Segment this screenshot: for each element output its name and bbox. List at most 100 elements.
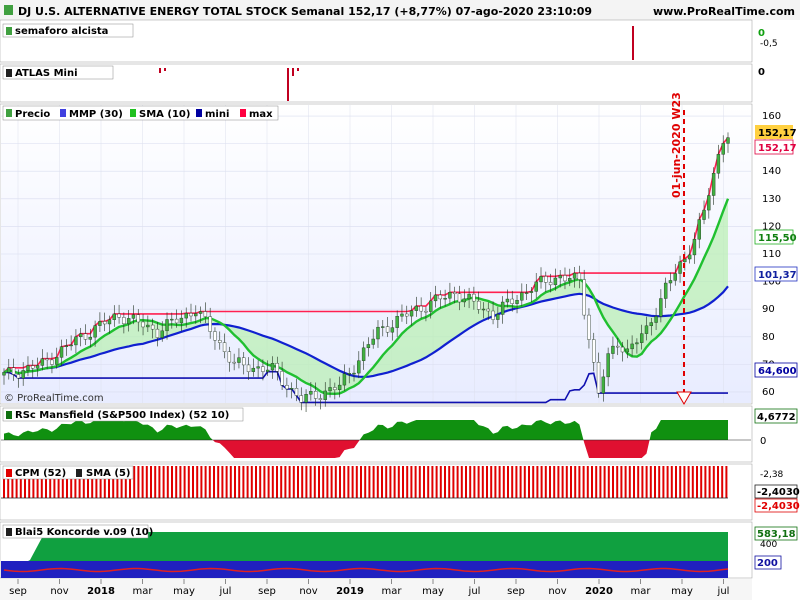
candle: [361, 347, 366, 361]
x-tick-label: 2020: [585, 586, 613, 597]
atlas-legend: ATLAS Mini: [2, 65, 114, 80]
koncorde-badge-2: 200: [757, 558, 778, 569]
candle: [83, 333, 88, 340]
candle: [198, 311, 203, 314]
legend-item: Precio: [15, 109, 50, 120]
svg-text:400: 400: [760, 540, 777, 550]
candle: [649, 322, 653, 327]
candle: [515, 300, 519, 304]
cpm-legend: CPM (52) SMA (5): [2, 465, 134, 480]
candle: [304, 394, 308, 403]
atlas-label: ATLAS Mini: [15, 68, 78, 79]
candle: [639, 333, 644, 343]
candle: [347, 373, 351, 375]
candle: [500, 301, 505, 315]
x-tick-label: sep: [507, 586, 525, 597]
candle: [102, 321, 107, 325]
candle: [539, 276, 543, 283]
candle: [64, 345, 69, 347]
candle: [716, 154, 721, 174]
candle: [630, 343, 634, 350]
candle: [606, 353, 610, 378]
x-tick-label: nov: [548, 586, 566, 597]
candle: [141, 321, 145, 328]
candle: [625, 348, 630, 353]
candle: [150, 324, 155, 330]
candle: [337, 384, 342, 390]
candle: [366, 344, 371, 349]
cpm-sma-label: SMA (5): [86, 468, 130, 479]
candle: [285, 385, 289, 390]
candle: [596, 362, 601, 394]
candle: [203, 311, 208, 317]
candle: [611, 345, 615, 354]
candle: [438, 294, 443, 300]
candle: [98, 321, 102, 326]
x-tick-label: nov: [50, 586, 68, 597]
rsc-legend: RSc Mansfield (S&P500 Index) (52 10): [2, 407, 244, 422]
candle: [467, 293, 471, 300]
koncorde-legend: Blai5 Koncorde v.09 (10): [2, 524, 153, 539]
max-badge: 152,17: [758, 143, 797, 154]
candle: [668, 280, 673, 284]
price-legend: Precio MMP (30) SMA (10) mini max: [2, 105, 279, 121]
candle: [453, 292, 457, 294]
candle: [126, 318, 131, 325]
candle: [385, 326, 390, 333]
candle: [563, 275, 567, 282]
y-tick-label: 130: [762, 194, 781, 205]
candle: [524, 292, 529, 294]
candle: [414, 305, 419, 311]
x-tick-label: mar: [133, 586, 154, 597]
chart-window: DJ U.S. ALTERNATIVE ENERGY TOTAL STOCK S…: [0, 0, 800, 600]
candle: [476, 300, 481, 310]
cpm-badge-2: -2,4030: [757, 501, 800, 512]
candle: [419, 305, 423, 312]
candle: [424, 310, 428, 313]
legend-swatch: [6, 109, 12, 117]
candle: [381, 326, 385, 328]
x-tick-label: sep: [9, 586, 27, 597]
mini-badge: 64,600: [758, 366, 797, 377]
y-tick-label: 60: [762, 387, 775, 398]
candle: [55, 357, 59, 365]
x-tick-label: may: [173, 586, 195, 597]
candle: [448, 292, 452, 299]
candle: [707, 195, 711, 211]
candle: [390, 327, 395, 333]
candle: [179, 317, 184, 324]
candle: [405, 313, 409, 317]
legend-swatch: [196, 109, 202, 117]
candle: [21, 370, 25, 379]
candle: [246, 364, 251, 372]
candle: [481, 308, 486, 311]
candle: [318, 398, 323, 400]
x-tick-label: jul: [219, 586, 232, 597]
candle: [35, 365, 40, 369]
candle: [184, 313, 188, 319]
candle: [601, 376, 606, 394]
semaforo-legend: semaforo alcista: [2, 23, 134, 38]
candle: [544, 276, 548, 283]
close-badge: 152,17: [758, 128, 797, 139]
candle: [505, 298, 510, 303]
chart-canvas[interactable]: DJ U.S. ALTERNATIVE ENERGY TOTAL STOCK S…: [0, 0, 800, 600]
legend-item: MMP (30): [69, 109, 123, 120]
candle: [313, 391, 318, 399]
chart-icon: [4, 5, 13, 15]
annotation-text: 01-jun-2020 W23: [670, 92, 683, 198]
candle: [520, 292, 524, 301]
candle: [2, 372, 6, 376]
svg-text:0: 0: [758, 28, 765, 39]
candle: [376, 326, 380, 340]
candle: [659, 298, 663, 317]
x-axis: sep nov 2018 mar may jul sep nov 2019 mar may jul se…: [0, 579, 752, 600]
site-name[interactable]: www.ProRealTime.com: [653, 5, 795, 18]
koncorde-badge: 583,18: [757, 529, 796, 540]
candle: [59, 346, 64, 358]
candle: [548, 282, 553, 286]
candle: [654, 316, 658, 323]
candle: [673, 273, 677, 281]
mmp-badge: 101,37: [758, 270, 797, 281]
candle: [433, 294, 438, 302]
